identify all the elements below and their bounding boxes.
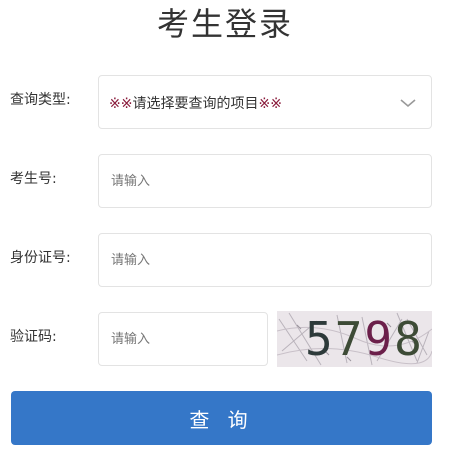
exam-number-label: 考生号:	[10, 171, 57, 187]
captcha-image[interactable]: 5798	[277, 311, 432, 367]
id-number-field-wrapper	[98, 233, 432, 287]
query-button[interactable]: 查 询	[11, 391, 432, 445]
captcha-digit-2: 7	[334, 312, 365, 366]
captcha-input[interactable]	[99, 313, 267, 365]
select-prefix-mark: ※※	[109, 96, 133, 112]
id-number-label: 身份证号:	[10, 250, 71, 266]
captcha-text: 5798	[305, 311, 424, 367]
query-type-selected-value: ※※请选择要查询的项目※※	[109, 93, 282, 113]
id-number-input[interactable]	[99, 234, 431, 286]
captcha-digit-1: 5	[305, 312, 335, 366]
captcha-field-wrapper	[98, 312, 268, 366]
page-title: 考生登录	[156, 5, 293, 43]
captcha-digit-3: 9	[364, 312, 395, 366]
select-text: 请选择要查询的项目	[132, 96, 259, 112]
exam-number-field-wrapper	[98, 154, 432, 208]
captcha-label: 验证码:	[10, 329, 57, 345]
captcha-digit-4: 8	[394, 312, 424, 366]
chevron-down-icon	[400, 99, 416, 108]
select-suffix-mark: ※※	[258, 96, 282, 112]
query-type-label: 查询类型:	[10, 92, 71, 108]
query-type-select[interactable]: ※※请选择要查询的项目※※	[98, 75, 432, 129]
exam-number-input[interactable]	[99, 155, 431, 207]
